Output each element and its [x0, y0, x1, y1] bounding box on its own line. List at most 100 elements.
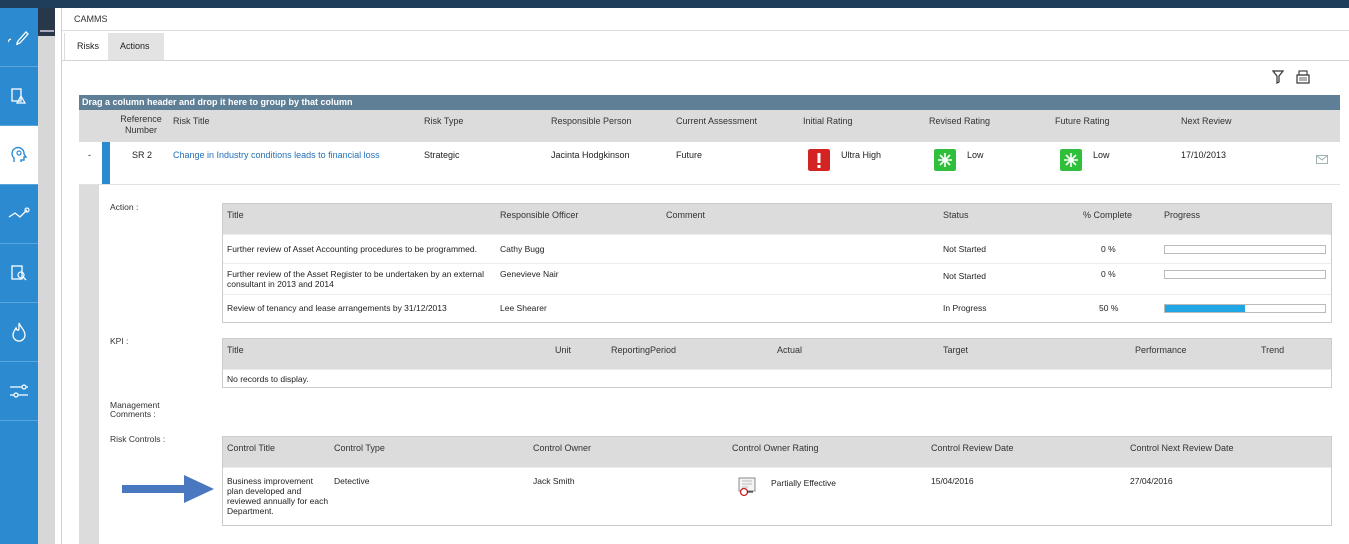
- gutter-handle[interactable]: [38, 8, 55, 36]
- initial-rating: Ultra High: [841, 150, 882, 160]
- table-row[interactable]: Business improvement plan developed and …: [223, 467, 1331, 525]
- sliders-icon: [10, 384, 28, 398]
- col-initial-rating[interactable]: Initial Rating: [803, 116, 853, 126]
- fire-icon: [12, 322, 26, 342]
- progress-bar: [1164, 304, 1326, 313]
- ref-header-line2: Number: [124, 125, 157, 135]
- action-title: Further review of the Asset Register to …: [227, 269, 484, 289]
- col-comment[interactable]: Comment: [666, 210, 705, 220]
- revised-rating: Low: [967, 150, 984, 160]
- side-gutter: [38, 8, 55, 544]
- table-row[interactable]: Review of tenancy and lease arrangements…: [223, 294, 1331, 323]
- col-action-title[interactable]: Title: [227, 210, 244, 220]
- grid-header: Reference Number Risk Title Risk Type Res…: [79, 110, 1340, 142]
- row-collapse-toggle[interactable]: -: [88, 150, 91, 160]
- sidebar-item-risk[interactable]: [0, 126, 38, 185]
- action-title: Review of tenancy and lease arrangements…: [227, 303, 447, 313]
- action-percent: 0 %: [1101, 269, 1116, 279]
- col-control-title[interactable]: Control Title: [227, 443, 275, 453]
- action-officer: Genevieve Nair: [500, 269, 559, 279]
- col-control-type[interactable]: Control Type: [334, 443, 385, 453]
- ultra-high-rating-icon: [808, 149, 830, 171]
- ref-header-line1: Reference: [120, 114, 162, 124]
- col-unit[interactable]: Unit: [555, 345, 571, 355]
- sidebar-item-trend[interactable]: [0, 185, 38, 244]
- trend-icon: [8, 207, 30, 218]
- pencil-icon: [8, 31, 29, 45]
- responsible-person: Jacinta Hodgkinson: [551, 150, 630, 160]
- sidebar: [0, 8, 38, 544]
- action-officer: Cathy Bugg: [500, 244, 545, 254]
- management-comments-label: Management Comments :: [110, 401, 160, 419]
- col-reference-number[interactable]: Reference Number: [119, 114, 163, 136]
- breadcrumb: CAMMS: [74, 14, 108, 24]
- col-reporting-period[interactable]: ReportingPeriod: [611, 345, 676, 355]
- next-review-date: 17/10/2013: [1181, 150, 1227, 160]
- no-records-text: No records to display.: [227, 374, 309, 384]
- group-drop-zone[interactable]: Drag a column header and drop it here to…: [79, 95, 1340, 110]
- col-current-assessment[interactable]: Current Assessment: [676, 116, 757, 126]
- mail-icon[interactable]: [1316, 155, 1328, 164]
- action-status: In Progress: [943, 303, 987, 313]
- col-control-next-review-date[interactable]: Control Next Review Date: [1130, 443, 1234, 453]
- col-performance[interactable]: Performance: [1135, 345, 1187, 355]
- tab-actions[interactable]: Actions: [108, 33, 164, 61]
- sidebar-item-register[interactable]: [0, 67, 38, 126]
- main-panel: CAMMS Risks Actions Drag a column header…: [61, 8, 1349, 544]
- col-responsible-person[interactable]: Responsible Person: [551, 116, 632, 126]
- col-risk-title[interactable]: Risk Title: [173, 116, 210, 126]
- control-title-line: Business improvement: [227, 476, 313, 486]
- col-responsible-officer[interactable]: Responsible Officer: [500, 210, 578, 220]
- risk-title-link[interactable]: Change in Industry conditions leads to f…: [173, 150, 380, 160]
- kpi-table: Title Unit ReportingPeriod Actual Target…: [222, 338, 1332, 388]
- table-row[interactable]: Further review of the Asset Register to …: [223, 263, 1331, 294]
- col-risk-type[interactable]: Risk Type: [424, 116, 463, 126]
- col-control-owner-rating[interactable]: Control Owner Rating: [732, 443, 819, 453]
- sidebar-item-search-docs[interactable]: [0, 244, 38, 303]
- action-officer: Lee Shearer: [500, 303, 547, 313]
- control-owner-rating: Partially Effective: [771, 478, 837, 488]
- table-row[interactable]: - SR 2 Change in Industry conditions lea…: [79, 142, 1340, 185]
- controls-table: Control Title Control Type Control Owner…: [222, 436, 1332, 526]
- progress-bar: [1164, 245, 1326, 254]
- reference-number: SR 2: [132, 150, 153, 160]
- action-percent: 50 %: [1099, 303, 1119, 313]
- action-status: Not Started: [943, 271, 986, 281]
- col-control-owner[interactable]: Control Owner: [533, 443, 591, 453]
- filter-icon[interactable]: [1272, 70, 1284, 84]
- risk-grid: Drag a column header and drop it here to…: [79, 95, 1340, 544]
- risk-controls-label: Risk Controls :: [110, 434, 166, 444]
- row-indicator: [102, 142, 110, 184]
- col-control-review-date[interactable]: Control Review Date: [931, 443, 1014, 453]
- export-icon[interactable]: [1296, 70, 1310, 84]
- action-title-line: Further review of the Asset Register to …: [227, 269, 485, 279]
- col-next-review[interactable]: Next Review: [1181, 116, 1232, 126]
- col-percent-complete[interactable]: % Complete: [1083, 210, 1132, 220]
- control-title-line: reviewed annually for each: [227, 496, 329, 506]
- col-kpi-title[interactable]: Title: [227, 345, 244, 355]
- mgmt-label-line2: Comments :: [110, 409, 156, 419]
- action-label: Action :: [110, 202, 139, 212]
- action-title: Further review of Asset Accounting proce…: [227, 244, 477, 254]
- table-row[interactable]: Further review of Asset Accounting proce…: [223, 234, 1331, 263]
- col-target[interactable]: Target: [943, 345, 968, 355]
- sidebar-item-edit[interactable]: [0, 8, 38, 67]
- sidebar-item-incidents[interactable]: [0, 303, 38, 362]
- col-status[interactable]: Status: [943, 210, 969, 220]
- col-revised-rating[interactable]: Revised Rating: [929, 116, 990, 126]
- document-warning-icon: [11, 88, 27, 104]
- current-assessment: Future: [676, 150, 703, 160]
- col-future-rating[interactable]: Future Rating: [1055, 116, 1110, 126]
- col-actual[interactable]: Actual: [777, 345, 802, 355]
- control-rating-icon: [738, 477, 756, 497]
- sidebar-item-settings[interactable]: [0, 362, 38, 421]
- actions-table: Title Responsible Officer Comment Status…: [222, 203, 1332, 323]
- pointer-arrow-icon: [122, 475, 214, 503]
- col-progress[interactable]: Progress: [1164, 210, 1200, 220]
- action-status: Not Started: [943, 244, 986, 254]
- risk-type: Strategic: [424, 150, 460, 160]
- tab-risks[interactable]: Risks: [64, 33, 112, 61]
- top-bar: [0, 0, 1349, 8]
- col-trend[interactable]: Trend: [1261, 345, 1284, 355]
- progress-bar: [1164, 270, 1326, 279]
